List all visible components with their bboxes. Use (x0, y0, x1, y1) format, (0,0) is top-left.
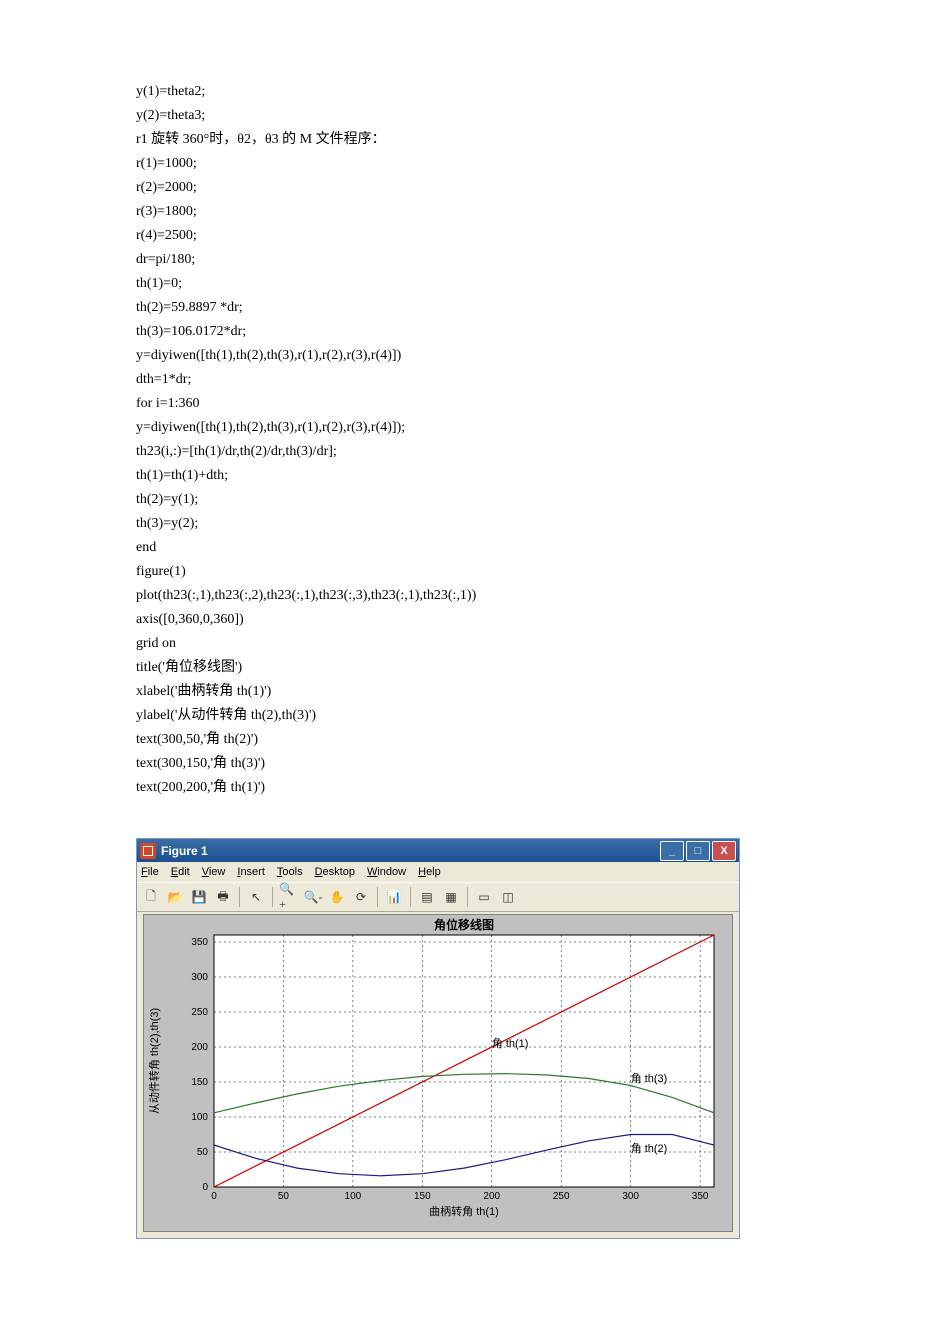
code-line: for i=1:360 (136, 392, 476, 416)
code-line: text(300,50,'角 th(2)') (136, 728, 476, 752)
svg-text:从动件转角 th(2),th(3): 从动件转角 th(2),th(3) (147, 1008, 161, 1114)
svg-text:350: 350 (191, 937, 208, 948)
pan-icon[interactable]: ✋ (327, 887, 347, 907)
svg-text:角 th(3): 角 th(3) (631, 1072, 668, 1085)
menu-edit[interactable]: Edit (171, 866, 190, 878)
page: y(1)=theta2;y(2)=theta3;r1 旋转 360°时，θ2，θ… (0, 0, 945, 1337)
menu-view[interactable]: View (202, 866, 226, 878)
code-line: title('角位移线图') (136, 656, 476, 680)
code-line: r(2)=2000; (136, 176, 476, 200)
menu-tools[interactable]: Tools (277, 866, 303, 878)
svg-text:0: 0 (211, 1191, 217, 1202)
open-icon[interactable]: 📂 (165, 887, 185, 907)
svg-text:50: 50 (278, 1191, 290, 1202)
colorbar-icon[interactable]: ▤ (417, 887, 437, 907)
code-line: text(200,200,'角 th(1)') (136, 776, 476, 800)
code-line: xlabel('曲柄转角 th(1)') (136, 680, 476, 704)
svg-text:250: 250 (553, 1191, 570, 1202)
svg-text:300: 300 (622, 1191, 639, 1202)
code-line: figure(1) (136, 560, 476, 584)
svg-text:200: 200 (483, 1191, 500, 1202)
code-line: r1 旋转 360°时，θ2，θ3 的 M 文件程序： (136, 128, 476, 152)
code-line: r(1)=1000; (136, 152, 476, 176)
svg-text:100: 100 (191, 1112, 208, 1123)
datacursor-icon[interactable]: 📊 (384, 887, 404, 907)
svg-text:角位移线图: 角位移线图 (434, 917, 494, 932)
code-line: r(3)=1800; (136, 200, 476, 224)
code-line: axis([0,360,0,360]) (136, 608, 476, 632)
save-icon[interactable]: 💾 (189, 887, 209, 907)
svg-text:250: 250 (191, 1007, 208, 1018)
code-listing: y(1)=theta2;y(2)=theta3;r1 旋转 360°时，θ2，θ… (136, 80, 476, 800)
chart-svg: 0 50 100 150 200 250 300 350 0 50 100 150 200 250 300 3… (144, 915, 732, 1231)
menubar: File Edit View Insert Tools Desktop Window Help (137, 862, 739, 882)
code-line: y=diyiwen([th(1),th(2),th(3),r(1),r(2),r… (136, 344, 476, 368)
menu-desktop[interactable]: Desktop (315, 866, 355, 878)
code-line: th(2)=y(1); (136, 488, 476, 512)
svg-text:50: 50 (197, 1147, 209, 1158)
zoom-out-icon[interactable]: 🔍- (303, 887, 323, 907)
svg-text:曲柄转角 th(1): 曲柄转角 th(1) (429, 1204, 499, 1218)
rotate-icon[interactable]: ⟳ (351, 887, 371, 907)
figure-window: Figure 1 _ □ X File Edit View Insert Tools De… (136, 838, 740, 1239)
code-line: th23(i,:)=[th(1)/dr,th(2)/dr,th(3)/dr]; (136, 440, 476, 464)
code-line: th(3)=y(2); (136, 512, 476, 536)
svg-text:角 th(2): 角 th(2) (631, 1142, 668, 1155)
close-button[interactable]: X (712, 841, 736, 861)
print-icon[interactable]: 🖶 (213, 887, 233, 907)
svg-text:150: 150 (414, 1191, 431, 1202)
code-line: y(2)=theta3; (136, 104, 476, 128)
maximize-button[interactable]: □ (686, 841, 710, 861)
code-line: y=diyiwen([th(1),th(2),th(3),r(1),r(2),r… (136, 416, 476, 440)
svg-text:350: 350 (692, 1191, 709, 1202)
code-line: r(4)=2500; (136, 224, 476, 248)
layout1-icon[interactable]: ▭ (474, 887, 494, 907)
layout2-icon[interactable]: ◫ (498, 887, 518, 907)
new-icon[interactable]: 🗋 (141, 887, 161, 907)
menu-help[interactable]: Help (418, 866, 441, 878)
code-line: grid on (136, 632, 476, 656)
svg-text:100: 100 (345, 1191, 362, 1202)
svg-text:0: 0 (202, 1182, 208, 1193)
svg-text:角 th(1): 角 th(1) (492, 1037, 529, 1050)
svg-text:300: 300 (191, 972, 208, 983)
menu-window[interactable]: Window (367, 866, 406, 878)
code-line: dth=1*dr; (136, 368, 476, 392)
matlab-icon (140, 843, 156, 859)
svg-text:200: 200 (191, 1042, 208, 1053)
code-line: text(300,150,'角 th(3)') (136, 752, 476, 776)
code-line: th(1)=0; (136, 272, 476, 296)
svg-text:150: 150 (191, 1077, 208, 1088)
menu-insert[interactable]: Insert (237, 866, 265, 878)
zoom-in-icon[interactable]: 🔍+ (279, 887, 299, 907)
code-line: th(3)=106.0172*dr; (136, 320, 476, 344)
code-line: y(1)=theta2; (136, 80, 476, 104)
menu-file[interactable]: File (141, 866, 159, 878)
window-title: Figure 1 (161, 844, 208, 858)
toolbar: 🗋 📂 💾 🖶 ↖ 🔍+ 🔍- ✋ ⟳ 📊 ▤ ▦ ▭ ◫ (137, 882, 739, 912)
titlebar[interactable]: Figure 1 _ □ X (137, 839, 739, 862)
legend-icon[interactable]: ▦ (441, 887, 461, 907)
code-line: th(2)=59.8897 *dr; (136, 296, 476, 320)
code-line: end (136, 536, 476, 560)
code-line: th(1)=th(1)+dth; (136, 464, 476, 488)
code-line: ylabel('从动件转角 th(2),th(3)') (136, 704, 476, 728)
code-line: plot(th23(:,1),th23(:,2),th23(:,1),th23(… (136, 584, 476, 608)
plot-canvas: 0 50 100 150 200 250 300 350 0 50 100 150 200 250 300 3… (143, 914, 733, 1232)
code-line: dr=pi/180; (136, 248, 476, 272)
minimize-button[interactable]: _ (660, 841, 684, 861)
pointer-icon[interactable]: ↖ (246, 887, 266, 907)
